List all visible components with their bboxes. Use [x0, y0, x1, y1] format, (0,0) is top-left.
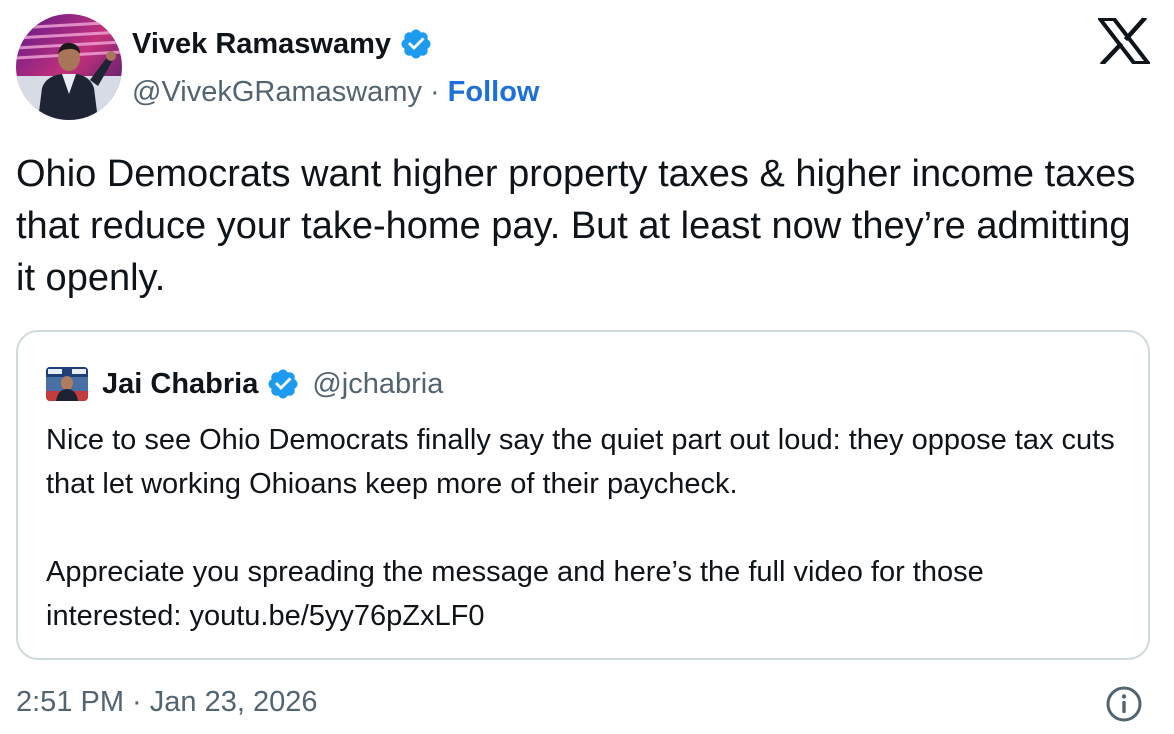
quoted-verified-badge-icon [266, 367, 300, 401]
verified-badge-icon [399, 27, 433, 61]
quoted-author-avatar[interactable] [46, 367, 88, 401]
separator-dot: · [429, 76, 440, 108]
tweet-text: Ohio Democrats want higher property taxe… [16, 153, 1136, 299]
quoted-tweet-paragraph: Appreciate you spreading the message and… [46, 556, 984, 632]
info-icon[interactable] [1104, 684, 1144, 724]
quoted-author-display-name[interactable]: Jai Chabria [102, 368, 258, 401]
author-avatar[interactable] [16, 14, 122, 120]
x-logo-icon[interactable] [1095, 15, 1153, 67]
follow-button[interactable]: Follow [448, 72, 540, 112]
quoted-tweet-header: Jai Chabria @jchabria [46, 364, 443, 404]
author-handle[interactable]: @VivekGRamaswamy [132, 72, 422, 112]
author-name-row: Vivek Ramaswamy [132, 24, 433, 64]
quoted-tweet-body: Nice to see Ohio Democrats finally say t… [46, 418, 1126, 638]
author-display-name[interactable]: Vivek Ramaswamy [132, 24, 391, 64]
author-handle-row: @VivekGRamaswamy · Follow [132, 72, 539, 112]
quoted-tweet-card[interactable]: Jai Chabria @jchabria Nice to see Ohio D… [16, 330, 1150, 660]
quoted-author-handle[interactable]: @jchabria [312, 368, 443, 401]
tweet-timestamp[interactable]: 2:51 PM · Jan 23, 2026 [16, 682, 317, 722]
quoted-tweet-paragraph: Nice to see Ohio Democrats finally say t… [46, 424, 1115, 500]
